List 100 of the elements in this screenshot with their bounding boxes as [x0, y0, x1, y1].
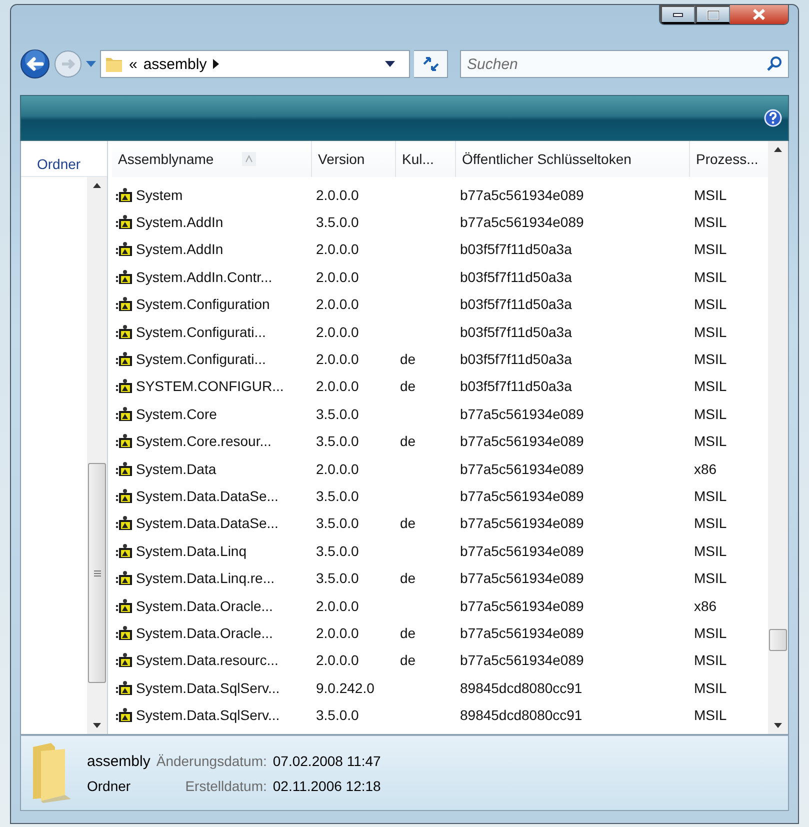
assembly-icon	[116, 406, 134, 422]
table-cell: MSIL	[694, 324, 727, 340]
address-bar[interactable]: « assembly	[100, 50, 410, 78]
breadcrumb-overflow[interactable]: «	[129, 56, 138, 72]
table-cell: 2.0.0.0	[316, 460, 359, 477]
table-cell: b77a5c561934e089	[460, 624, 584, 641]
scrollbar[interactable]	[768, 141, 788, 734]
folder-icon	[105, 55, 123, 73]
maximize-button[interactable]	[695, 5, 730, 24]
table-cell: 2.0.0.0	[316, 624, 359, 641]
minimize-button[interactable]	[660, 5, 695, 24]
table-cell: b03f5f7f11d50a3a	[460, 268, 572, 285]
table-cell: MSIL	[694, 406, 727, 422]
table-cell: System.AddIn	[136, 241, 224, 258]
assembly-icon	[116, 351, 134, 368]
dropdown-caret-icon[interactable]	[385, 61, 395, 67]
assembly-icon	[116, 570, 134, 586]
table-cell: SYSTEM.CONFIGUR...	[136, 378, 284, 394]
scrollbar[interactable]	[87, 177, 107, 734]
table-cell: de	[400, 515, 416, 532]
column-header[interactable]: Öffentlicher Schlüsseltoken	[456, 141, 690, 177]
column-header[interactable]: Kul...	[396, 141, 456, 177]
table-cell: b77a5c561934e089	[460, 214, 584, 230]
item-name: assembly	[87, 752, 150, 770]
scroll-down-icon[interactable]	[93, 723, 101, 728]
detail-label: Änderungsdatum:	[156, 752, 267, 768]
assembly-icon	[116, 680, 134, 696]
maximize-icon	[707, 10, 719, 20]
table-cell: System.Data.Oracle...	[136, 598, 273, 614]
assembly-icon	[116, 433, 134, 450]
assembly-icon	[116, 324, 134, 340]
detail-value: 07.02.2008 11:47	[272, 752, 381, 768]
minimize-icon	[673, 12, 683, 16]
table-cell: MSIL	[694, 296, 727, 312]
table-cell: System.Data.resourc...	[136, 652, 278, 668]
scroll-up-icon[interactable]	[93, 183, 101, 188]
table-cell: 2.0.0.0	[316, 324, 359, 340]
table-cell: 2.0.0.0	[316, 598, 359, 614]
assembly-icon	[116, 707, 134, 724]
assembly-icon	[116, 186, 134, 203]
table-cell: MSIL	[694, 624, 727, 641]
table-cell: 3.5.0.0	[316, 542, 359, 559]
table-cell: b77a5c561934e089	[460, 406, 584, 422]
table-cell: 3.5.0.0	[316, 406, 359, 422]
scroll-thumb[interactable]	[88, 463, 106, 683]
close-button[interactable]	[730, 5, 788, 24]
table-cell: b77a5c561934e089	[460, 542, 584, 559]
table-cell: MSIL	[694, 488, 727, 504]
table-cell: 9.0.242.0	[316, 680, 374, 696]
table-cell: 89845dcd8080cc91	[460, 680, 582, 696]
table-cell: de	[400, 624, 416, 641]
table-cell: b77a5c561934e089	[460, 433, 584, 450]
help-icon[interactable]	[764, 109, 782, 127]
table-cell: b77a5c561934e089	[460, 570, 584, 586]
table-cell: 2.0.0.0	[316, 186, 359, 203]
chevron-right-icon[interactable]	[212, 59, 219, 69]
table-cell: b77a5c561934e089	[460, 460, 584, 477]
breadcrumb-item[interactable]: assembly	[143, 56, 207, 72]
search-field[interactable]: Suchen	[460, 50, 789, 78]
table-cell: System.Data.Oracle...	[136, 624, 273, 641]
refresh-arrows-icon	[420, 56, 440, 72]
table-cell: MSIL	[694, 351, 727, 368]
table-cell: System.Core	[136, 406, 217, 422]
scroll-thumb[interactable]	[769, 629, 787, 651]
table-cell: b77a5c561934e089	[460, 488, 584, 504]
assembly-icon	[116, 296, 134, 312]
table-cell: MSIL	[694, 707, 727, 724]
assembly-icon	[116, 241, 134, 258]
table-cell: System.Data.DataSe...	[136, 515, 278, 532]
table-cell: b03f5f7f11d50a3a	[460, 241, 572, 258]
table-cell: MSIL	[694, 241, 727, 258]
back-button[interactable]	[20, 49, 50, 79]
scroll-down-icon[interactable]	[774, 723, 782, 728]
table-cell: 2.0.0.0	[316, 652, 359, 668]
pane-header[interactable]: Ordner	[37, 156, 81, 172]
assembly-icon	[116, 652, 134, 668]
column-header[interactable]: Version	[312, 141, 396, 177]
table-cell: 2.0.0.0	[316, 378, 359, 394]
table-cell: System.Data.DataSe...	[136, 488, 278, 504]
refresh-button[interactable]	[414, 50, 448, 78]
assembly-icon	[116, 515, 134, 532]
assembly-icon	[116, 542, 134, 559]
table-cell: b77a5c561934e089	[460, 515, 584, 532]
table-cell: 2.0.0.0	[316, 351, 359, 368]
table-cell: 2.0.0.0	[316, 268, 359, 285]
search-icon[interactable]	[767, 56, 782, 71]
detail-value: 02.11.2006 12:18	[272, 778, 381, 794]
table-cell: MSIL	[694, 186, 727, 203]
table-cell: MSIL	[694, 268, 727, 285]
table-cell: System.Configurati...	[136, 351, 266, 368]
assembly-icon	[116, 624, 134, 641]
item-type: Ordner	[87, 778, 132, 794]
table-cell: System.Data.Linq	[136, 542, 246, 559]
column-header[interactable]: Assemblyname	[112, 141, 312, 177]
detail-label: Erstelldatum:	[184, 778, 267, 794]
table-cell: MSIL	[694, 378, 727, 394]
grip-icon	[94, 570, 100, 576]
scroll-up-icon[interactable]	[774, 147, 782, 152]
table-cell: System.Data	[136, 460, 216, 477]
assembly-icon	[116, 214, 134, 230]
